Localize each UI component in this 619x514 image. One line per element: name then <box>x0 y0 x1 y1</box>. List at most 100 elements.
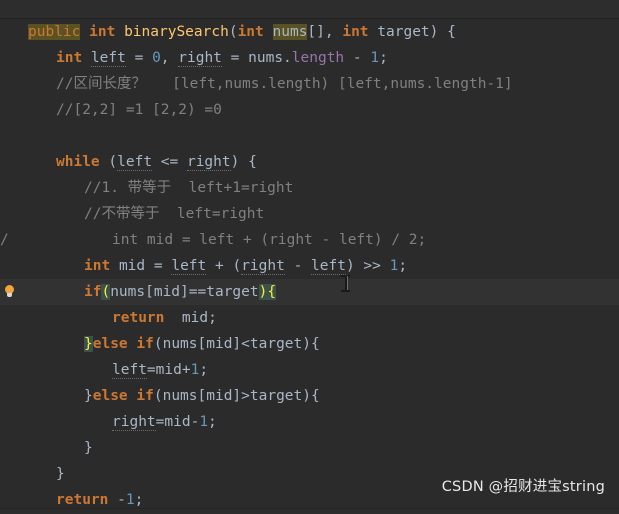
i-beam-mouse-cursor <box>340 274 351 293</box>
code-token: int <box>342 24 369 40</box>
line-comment-interval-length: //区间长度？ [left,nums.length) [left,nums.le… <box>56 71 513 97</box>
code-token: } <box>84 440 93 456</box>
code-line[interactable]: }else if(nums[mid]>target){ <box>0 383 619 409</box>
code-token: ) >> <box>345 258 390 274</box>
code-token: left <box>311 258 346 275</box>
code-token: = <box>145 258 172 274</box>
code-token: (nums[mid]<target){ <box>153 336 320 352</box>
editor-top-edge-strip <box>0 0 619 19</box>
line-method-signature: public int binarySearch(int nums[], int … <box>28 19 456 45</box>
code-token: int <box>56 50 83 66</box>
code-token: //区间长度？ [left,nums.length) [left,nums.le… <box>56 76 513 92</box>
code-token: . <box>283 50 292 66</box>
code-line[interactable]: int left = 0, right = nums.length - 1; <box>0 45 619 71</box>
line-else-if-less: }else if(nums[mid]<target){ <box>84 331 320 357</box>
line-left-assign: left=mid+1; <box>112 357 208 383</box>
code-token: =mid+ <box>146 362 191 378</box>
code-token: left <box>112 362 147 379</box>
csdn-watermark: CSDN @招财进宝string <box>441 479 605 495</box>
code-token: ) { <box>429 24 456 40</box>
code-line[interactable]: } <box>0 435 619 461</box>
code-token: else <box>92 388 128 404</box>
code-line[interactable]: //[2,2] =1 [2,2) =0 <box>0 97 619 123</box>
code-token: ( <box>228 24 238 40</box>
lightbulb-intention-icon[interactable] <box>3 285 16 298</box>
code-line[interactable]: //1. 带等于 left+1=right <box>0 175 619 201</box>
code-token: =mid- <box>155 414 200 430</box>
code-token: int mid = left + (right - left) / 2; <box>112 232 427 248</box>
code-line[interactable]: while (left <= right) { <box>0 149 619 175</box>
code-line[interactable]: int mid = left + (right - left) >> 1; <box>0 253 619 279</box>
code-line[interactable]: //区间长度？ [left,nums.length) [left,nums.le… <box>0 71 619 97</box>
line-comment-without-equal: //不带等于 left=right <box>84 201 264 227</box>
line-return-mid: return mid; <box>112 305 217 331</box>
code-token: while <box>56 154 100 170</box>
line-right-assign: right=mid-1; <box>112 409 217 435</box>
code-token: ( <box>101 284 111 300</box>
code-token: if <box>136 388 154 404</box>
code-line[interactable]: int mid = left + (right - left) / 2; / <box>0 227 619 253</box>
code-token: 1 <box>190 362 200 378</box>
code-token: left <box>117 154 153 171</box>
code-token: right <box>178 50 222 67</box>
code-line[interactable]: return mid; <box>0 305 619 331</box>
line-declare-left-right: int left = 0, right = nums.length - 1; <box>56 45 388 71</box>
line-while: while (left <= right) { <box>56 149 257 175</box>
code-token: target <box>377 24 430 40</box>
code-token: return <box>112 310 165 326</box>
code-token: (nums[mid]>target){ <box>153 388 320 404</box>
code-token: + ( <box>206 258 242 274</box>
code-token: } <box>56 466 65 482</box>
code-token: right <box>112 414 156 431</box>
code-line[interactable]: //不带等于 left=right <box>0 201 619 227</box>
editor-bottom-edge-strip <box>0 508 619 514</box>
code-token: ; <box>208 310 217 326</box>
code-token: ; <box>379 50 388 66</box>
code-token: ; <box>199 362 209 378</box>
code-token: //不带等于 left=right <box>84 206 265 222</box>
code-token: nums <box>248 50 284 66</box>
code-token: - <box>344 50 371 66</box>
code-content-area[interactable]: public int binarySearch(int nums[], int … <box>0 19 619 508</box>
code-token: , <box>160 50 179 66</box>
code-token: return <box>56 492 109 508</box>
code-token: left <box>171 258 207 275</box>
line-commented-mid-divide: int mid = left + (right - left) / 2; <box>112 227 426 253</box>
code-token: ; <box>398 258 408 274</box>
line-mid-shift: int mid = left + (right - left) >> 1; <box>84 253 407 279</box>
code-token: ( <box>99 154 118 170</box>
code-line[interactable]: left=mid+1; <box>0 357 619 383</box>
code-token: 0 <box>152 50 161 66</box>
code-token: [], <box>307 24 343 40</box>
line-close-while: } <box>56 461 65 487</box>
code-editor-window[interactable]: public int binarySearch(int nums[], int … <box>0 0 619 514</box>
code-token: binarySearch <box>124 24 229 40</box>
line-comment-with-equal: //1. 带等于 left+1=right <box>84 175 293 201</box>
code-token: 1 <box>370 50 380 66</box>
code-token: right <box>241 258 285 275</box>
code-token: //1. 带等于 left+1=right <box>84 180 294 196</box>
code-token: left <box>90 50 126 67</box>
code-line[interactable]: public int binarySearch(int nums[], int … <box>0 19 619 45</box>
code-token: length <box>291 50 345 66</box>
code-token: else <box>92 336 128 352</box>
code-token: 1 <box>199 414 209 430</box>
code-line[interactable]: if(nums[mid]==target){ <box>0 279 619 305</box>
line-close-if-chain: } <box>84 435 93 461</box>
code-token: mid <box>118 258 146 274</box>
code-line[interactable]: }else if(nums[mid]<target){ <box>0 331 619 357</box>
clipped-comment-slash: / <box>0 232 9 248</box>
code-line[interactable]: right=mid-1; <box>0 409 619 435</box>
code-token: if <box>84 284 102 300</box>
code-token: = <box>221 50 249 66</box>
code-token: right <box>186 154 231 171</box>
code-token: if <box>136 336 154 352</box>
code-line[interactable] <box>0 123 619 149</box>
